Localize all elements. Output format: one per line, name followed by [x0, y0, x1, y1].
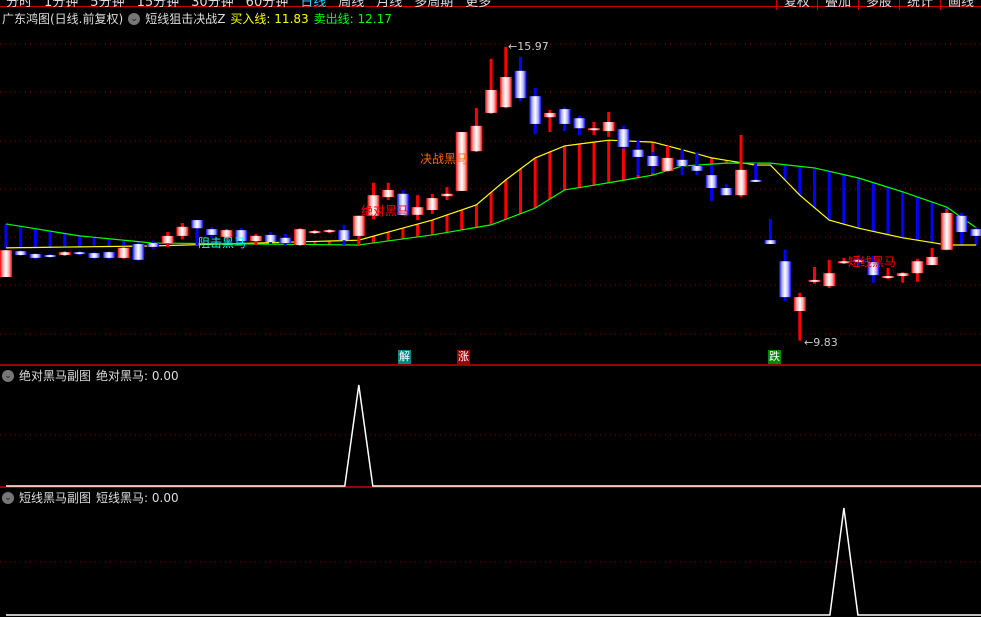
indicator-name[interactable]: 短线狙击决战Z: [145, 10, 225, 27]
candle-body: [441, 193, 453, 197]
candle-body: [749, 179, 762, 182]
chevron-down-icon[interactable]: ⌄: [2, 369, 14, 382]
candle-body: [632, 149, 645, 157]
candle-body: [970, 229, 981, 236]
candle-body: [147, 243, 159, 247]
candle-body: [161, 235, 174, 244]
candle-body: [44, 255, 57, 258]
candle-body: [294, 229, 306, 245]
candle-body: [0, 250, 12, 278]
candle-body: [646, 155, 659, 167]
candle-body: [73, 252, 86, 255]
sub1-value: 绝对黑马: 0.00: [96, 369, 179, 383]
sub2-header: ⌄ 短线黑马副图 短线黑马: 0.00: [2, 489, 179, 506]
sub2-value: 短线黑马: 0.00: [96, 491, 179, 505]
candle-body: [338, 230, 351, 241]
candle-body: [29, 254, 42, 258]
candle-body: [514, 70, 527, 99]
sub1-header: ⌄ 绝对黑马副图 绝对黑马: 0.00: [2, 367, 179, 384]
candle-body: [176, 226, 189, 236]
candle-body: [88, 253, 101, 258]
candle-body: [823, 273, 836, 287]
candle-body: [470, 125, 483, 152]
high-price-label: ←15.97: [508, 40, 549, 53]
candle-body: [323, 230, 336, 233]
candle-body: [808, 279, 821, 282]
marker-decisive: 决战黑马: [420, 152, 469, 166]
candle-body: [896, 273, 909, 277]
candle-body: [676, 159, 689, 167]
marker-ambush: 阻击黑马: [198, 236, 247, 250]
candle-body: [940, 212, 953, 250]
candle-body: [58, 252, 71, 256]
candle-body: [14, 251, 27, 256]
sell-line-label: 卖出线: 12.17: [313, 12, 392, 26]
candle-body: [764, 240, 777, 245]
candle-body: [102, 252, 115, 258]
marker-absolute: 绝对黑马: [361, 204, 410, 218]
sub1-title[interactable]: 绝对黑马副图: [19, 367, 91, 384]
candle-body: [882, 276, 894, 279]
tag-jie: 解: [398, 350, 411, 364]
candle-body: [661, 157, 674, 171]
tag-die: 跌: [768, 350, 781, 364]
chart-canvas[interactable]: [0, 0, 981, 617]
candle-body: [573, 118, 586, 129]
low-price-label: ←9.83: [804, 336, 838, 349]
candle-body: [249, 235, 262, 242]
main-header: 广东鸿图(日线.前复权) ⌄ 短线狙击决战Z 买入线: 11.83 卖出线: 1…: [2, 10, 392, 27]
absolute-horse-line: [6, 384, 981, 487]
shortline-horse-line: [6, 507, 981, 616]
tag-zhang: 涨: [457, 350, 470, 364]
candle-body: [617, 129, 630, 147]
candle-body: [720, 188, 733, 196]
candle-body: [543, 112, 556, 118]
candle-body: [779, 261, 792, 298]
candle-body: [735, 169, 747, 196]
marker-shortline: 短线黑马: [848, 255, 897, 269]
candle-body: [308, 231, 321, 234]
candle-body: [926, 256, 939, 266]
candle-body: [132, 244, 145, 260]
candle-body: [485, 89, 498, 113]
candle-body: [382, 189, 395, 198]
candle-body: [955, 215, 968, 233]
buy-line-label: 买入线: 11.83: [230, 12, 309, 26]
candle-body: [602, 122, 615, 132]
candle-body: [264, 234, 277, 243]
chevron-down-icon[interactable]: ⌄: [128, 12, 141, 25]
candle-body: [279, 237, 292, 244]
candle-body: [499, 77, 512, 108]
stock-title: 广东鸿图(日线.前复权): [2, 12, 124, 26]
candle-body: [529, 96, 542, 124]
candle-body: [793, 297, 806, 312]
candle-body: [911, 261, 924, 274]
candle-body: [117, 247, 130, 258]
chevron-down-icon[interactable]: ⌄: [2, 491, 14, 504]
candle-body: [411, 207, 424, 215]
candle-body: [426, 198, 439, 211]
candle-body: [558, 109, 571, 124]
candle-body: [690, 166, 703, 171]
sub2-title[interactable]: 短线黑马副图: [19, 489, 91, 506]
candle-body: [588, 128, 600, 131]
candle-body: [705, 175, 718, 189]
candle-body: [191, 220, 204, 229]
